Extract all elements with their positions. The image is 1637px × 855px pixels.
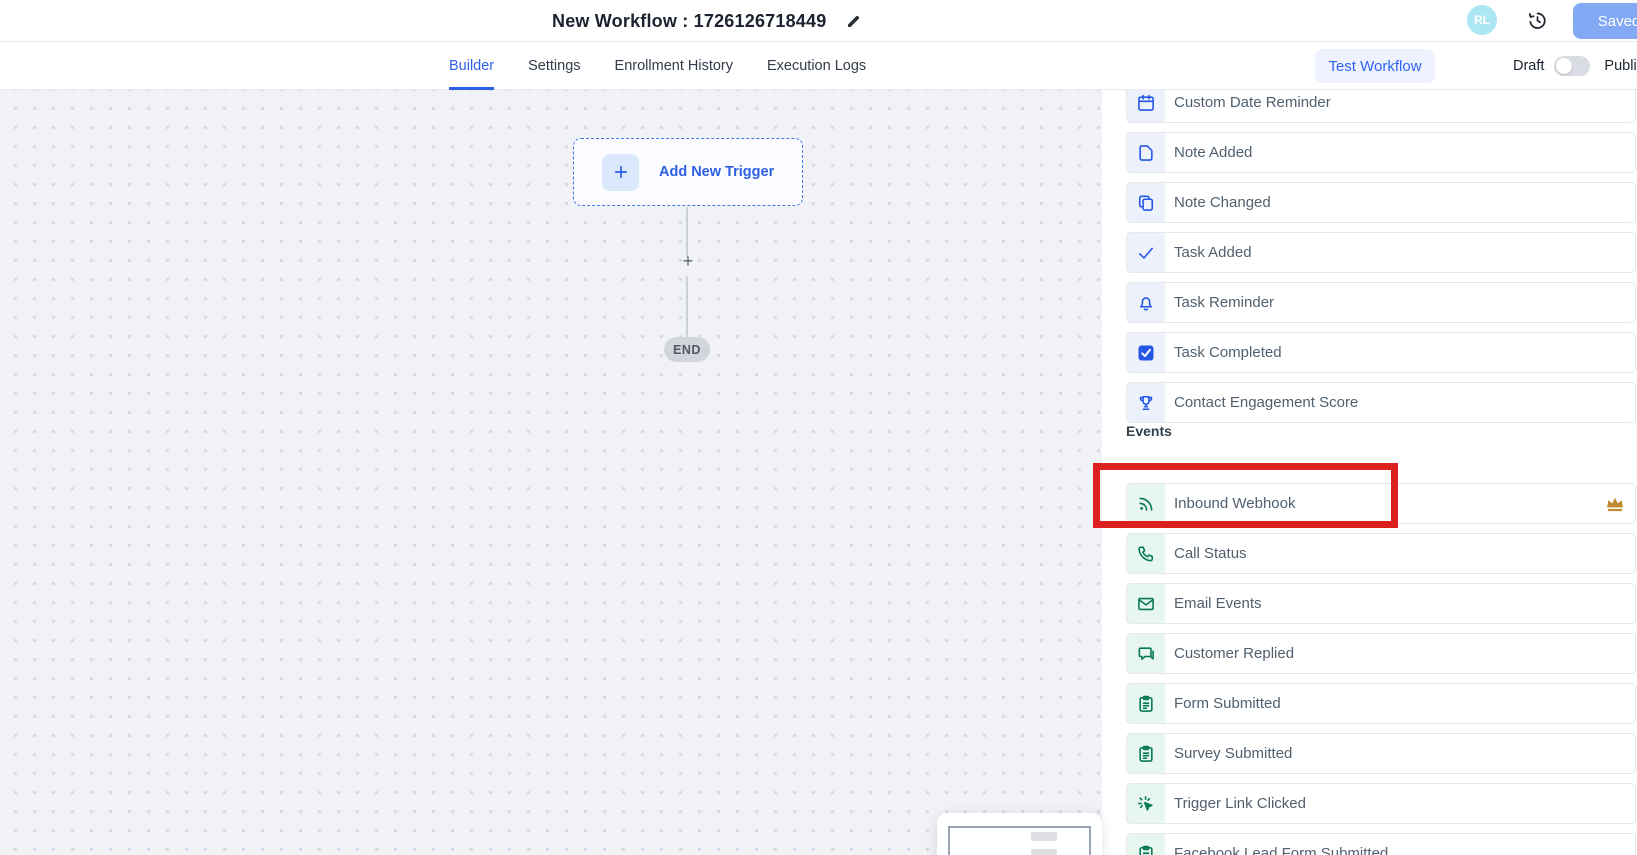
- add-new-trigger-button[interactable]: Add New Trigger: [573, 138, 803, 206]
- plus-icon: [602, 154, 639, 191]
- check-icon: [1127, 233, 1165, 272]
- trigger-sidebar: Custom Date Reminder Note Added Note Chang…: [1102, 90, 1637, 855]
- publish-toggle[interactable]: [1554, 56, 1590, 76]
- trigger-item-form-submitted[interactable]: Form Submitted: [1126, 683, 1636, 724]
- trophy-icon: [1127, 383, 1165, 422]
- trigger-item-label: Call Status: [1174, 534, 1247, 573]
- premium-crown-icon: [1605, 495, 1625, 514]
- trigger-item-facebook-lead-form-submitted[interactable]: Facebook Lead Form Submitted: [1126, 833, 1636, 855]
- edit-title-pencil-icon[interactable]: [845, 12, 863, 30]
- tab-bar: Builder Settings Enrollment History Exec…: [0, 42, 1637, 90]
- test-workflow-button[interactable]: Test Workflow: [1315, 49, 1435, 83]
- calendar-icon: [1127, 90, 1165, 122]
- trigger-item-label: Inbound Webhook: [1174, 484, 1296, 523]
- trigger-item-label: Task Reminder: [1174, 283, 1274, 322]
- trigger-item-label: Task Completed: [1174, 333, 1282, 372]
- connector-line: [686, 207, 688, 257]
- tab-builder[interactable]: Builder: [449, 42, 494, 90]
- trigger-item-label: Form Submitted: [1174, 684, 1281, 723]
- trigger-item-call-status[interactable]: Call Status: [1126, 533, 1636, 574]
- trigger-item-label: Survey Submitted: [1174, 734, 1292, 773]
- copy-icon: [1127, 183, 1165, 222]
- workflow-builder-app: New Workflow : 1726126718449 RL Saved Bu…: [0, 0, 1637, 855]
- trigger-item-label: Customer Replied: [1174, 634, 1294, 673]
- trigger-item-label: Trigger Link Clicked: [1174, 784, 1306, 823]
- bell-icon: [1127, 283, 1165, 322]
- trigger-item-survey-submitted[interactable]: Survey Submitted: [1126, 733, 1636, 774]
- trigger-item-label: Facebook Lead Form Submitted: [1174, 834, 1388, 855]
- trigger-item-email-events[interactable]: Email Events: [1126, 583, 1636, 624]
- mail-icon: [1127, 584, 1165, 623]
- avatar[interactable]: RL: [1467, 5, 1497, 35]
- top-header: New Workflow : 1726126718449 RL Saved: [0, 0, 1637, 42]
- workflow-canvas[interactable]: Add New Trigger + END: [0, 90, 1102, 855]
- check-square-icon: [1127, 333, 1165, 372]
- webhook-icon: [1127, 484, 1165, 523]
- trigger-item-label: Note Added: [1174, 133, 1252, 172]
- toggle-knob: [1556, 58, 1572, 74]
- trigger-item-label: Note Changed: [1174, 183, 1271, 222]
- trigger-item-custom-date-reminder[interactable]: Custom Date Reminder: [1126, 90, 1636, 123]
- trigger-item-note-changed[interactable]: Note Changed: [1126, 182, 1636, 223]
- trigger-item-note-added[interactable]: Note Added: [1126, 132, 1636, 173]
- trigger-item-label: Task Added: [1174, 233, 1252, 272]
- add-new-trigger-label: Add New Trigger: [659, 164, 774, 180]
- trigger-item-label: Custom Date Reminder: [1174, 90, 1331, 122]
- saved-button[interactable]: Saved: [1573, 3, 1637, 39]
- phone-icon: [1127, 534, 1165, 573]
- cursor-click-icon: [1127, 784, 1165, 823]
- trigger-item-customer-replied[interactable]: Customer Replied: [1126, 633, 1636, 674]
- tab-settings[interactable]: Settings: [528, 42, 580, 90]
- clipboard-icon: [1127, 734, 1165, 773]
- note-icon: [1127, 133, 1165, 172]
- clipboard-icon: [1127, 834, 1165, 855]
- tab-execution-logs[interactable]: Execution Logs: [767, 42, 866, 90]
- tab-enrollment-history[interactable]: Enrollment History: [615, 42, 733, 90]
- trigger-item-label: Email Events: [1174, 584, 1262, 623]
- history-clock-icon[interactable]: [1527, 10, 1548, 31]
- title-group: New Workflow : 1726126718449: [552, 0, 863, 42]
- canvas-preview-panel[interactable]: [937, 813, 1102, 855]
- end-node: END: [664, 337, 710, 362]
- preview-frame: [948, 826, 1091, 855]
- connector-line: [686, 276, 688, 337]
- draft-label: Draft: [1513, 58, 1544, 74]
- chat-icon: [1127, 634, 1165, 673]
- preview-bar: [1031, 849, 1057, 855]
- page-title: New Workflow : 1726126718449: [552, 11, 826, 32]
- tabs: Builder Settings Enrollment History Exec…: [449, 42, 866, 90]
- trigger-item-task-reminder[interactable]: Task Reminder: [1126, 282, 1636, 323]
- events-section-header: Events: [1126, 423, 1172, 439]
- trigger-item-contact-engagement-score[interactable]: Contact Engagement Score: [1126, 382, 1636, 423]
- trigger-item-label: Contact Engagement Score: [1174, 383, 1358, 422]
- trigger-item-inbound-webhook[interactable]: Inbound Webhook: [1126, 483, 1636, 524]
- tabbar-right-controls: Test Workflow Draft Publish: [1315, 42, 1637, 90]
- clipboard-icon: [1127, 684, 1165, 723]
- add-step-plus-icon[interactable]: +: [679, 251, 697, 271]
- preview-bar: [1031, 832, 1057, 841]
- publish-label: Publish: [1604, 58, 1637, 74]
- trigger-item-trigger-link-clicked[interactable]: Trigger Link Clicked: [1126, 783, 1636, 824]
- trigger-item-task-completed[interactable]: Task Completed: [1126, 332, 1636, 373]
- trigger-item-task-added[interactable]: Task Added: [1126, 232, 1636, 273]
